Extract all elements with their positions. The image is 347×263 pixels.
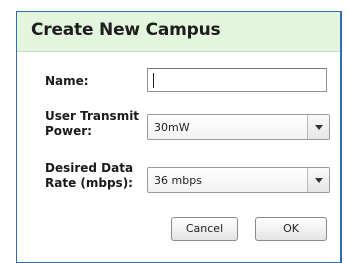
text-caret (153, 73, 154, 88)
dialog-title: Create New Campus (31, 20, 221, 40)
transmit-power-label-line1: User Transmit (45, 109, 140, 123)
data-rate-label: Desired Data Rate (mbps): (45, 161, 133, 191)
data-rate-label-line1: Desired Data (45, 161, 134, 175)
transmit-power-label-line2: Power: (45, 124, 92, 138)
create-campus-dialog: Create New Campus Name: User Transmit Po… (16, 11, 342, 263)
cancel-button[interactable]: Cancel (171, 217, 238, 241)
data-rate-value: 36 mbps (154, 174, 202, 187)
dropdown-arrow-icon[interactable] (307, 168, 329, 192)
name-input[interactable] (147, 68, 327, 92)
data-rate-label-line2: Rate (mbps): (45, 176, 133, 190)
ok-button[interactable]: OK (255, 217, 327, 241)
dialog-title-bar[interactable]: Create New Campus (17, 12, 340, 52)
name-label: Name: (45, 74, 89, 88)
transmit-power-label: User Transmit Power: (45, 109, 139, 139)
data-rate-select[interactable]: 36 mbps (147, 167, 330, 193)
transmit-power-select[interactable]: 30mW (147, 114, 330, 140)
dropdown-arrow-icon[interactable] (307, 115, 329, 139)
transmit-power-value: 30mW (154, 121, 190, 134)
